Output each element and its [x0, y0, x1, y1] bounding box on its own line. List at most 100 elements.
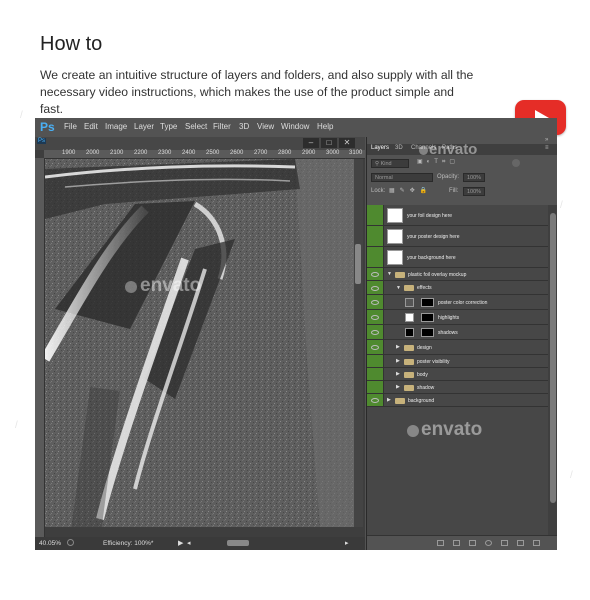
- canvas-image[interactable]: envato: [45, 159, 354, 527]
- visibility-toggle[interactable]: [367, 381, 384, 393]
- eye-icon: [371, 398, 379, 403]
- visibility-toggle[interactable]: [367, 247, 384, 267]
- layer-row[interactable]: shadows: [367, 325, 548, 340]
- fill-input[interactable]: 100%: [463, 187, 485, 196]
- scroll-right-icon[interactable]: ▸: [345, 539, 349, 547]
- ruler-number: 2100: [110, 150, 124, 156]
- layer-row[interactable]: your background here: [367, 247, 548, 268]
- layers-scroll-thumb[interactable]: [550, 213, 556, 503]
- eye-icon: [371, 330, 379, 335]
- menu-image[interactable]: Image: [105, 122, 127, 131]
- filter-type-icons[interactable]: ▣◐T⌗▢: [417, 158, 459, 166]
- visibility-toggle[interactable]: [367, 281, 384, 294]
- scroll-left-icon[interactable]: ◂: [187, 539, 191, 547]
- blend-mode-select[interactable]: Normal: [371, 173, 433, 182]
- menu-help[interactable]: Help: [317, 122, 333, 131]
- scrollbar-thumb[interactable]: [355, 244, 361, 284]
- menu-3d[interactable]: 3D: [239, 122, 249, 131]
- kind-filter-select[interactable]: ⚲ Kind: [371, 159, 409, 168]
- document-window: Ps – □ ✕ 1900 2000 2100 2200 2300 2400 2…: [35, 137, 365, 550]
- trash-icon[interactable]: [533, 540, 540, 546]
- expand-arrow-icon[interactable]: ▶: [396, 384, 400, 390]
- opacity-input[interactable]: 100%: [463, 173, 485, 182]
- zoom-level[interactable]: 40.05%: [39, 540, 61, 547]
- layer-row[interactable]: your poster design here: [367, 226, 548, 247]
- new-group-icon[interactable]: [501, 540, 508, 546]
- layer-name: effects: [417, 285, 432, 291]
- new-layer-icon[interactable]: [517, 540, 524, 546]
- link-layers-icon[interactable]: [437, 540, 444, 546]
- bg-mark: /: [560, 200, 563, 211]
- visibility-toggle[interactable]: [367, 340, 384, 354]
- layer-row[interactable]: ▶ poster visibility: [367, 355, 548, 368]
- menu-type[interactable]: Type: [160, 122, 177, 131]
- expand-arrow-icon[interactable]: ▶: [396, 371, 400, 377]
- horizontal-scroll-thumb[interactable]: [227, 540, 249, 546]
- ruler-number: 2600: [230, 150, 244, 156]
- expand-arrow-icon[interactable]: ▶: [396, 344, 400, 350]
- blend-row: Normal Opacity: 100%: [367, 171, 557, 184]
- layer-row[interactable]: highlights: [367, 310, 548, 325]
- visibility-toggle[interactable]: [367, 355, 384, 367]
- panel-menu-icon[interactable]: ≡: [545, 145, 549, 151]
- filter-toggle-icon[interactable]: [512, 159, 520, 167]
- expand-arrow-icon[interactable]: ▼: [396, 285, 401, 291]
- minimize-icon[interactable]: –: [303, 138, 319, 148]
- visibility-toggle[interactable]: [367, 295, 384, 309]
- document-info-icon[interactable]: [67, 539, 74, 546]
- menu-window[interactable]: Window: [281, 122, 309, 131]
- menu-view[interactable]: View: [257, 122, 274, 131]
- envato-logo-icon: [125, 281, 137, 293]
- opacity-label: Opacity:: [437, 174, 460, 180]
- close-icon[interactable]: ✕: [339, 138, 355, 148]
- menu-bar: Ps File Edit Image Layer Type Select Fil…: [35, 118, 557, 137]
- menu-select[interactable]: Select: [185, 122, 207, 131]
- layer-row[interactable]: your foil design here: [367, 205, 548, 226]
- expand-arrow-icon[interactable]: ▶: [396, 358, 400, 364]
- tab-layers[interactable]: Layers: [371, 145, 389, 151]
- folder-icon: [404, 344, 414, 351]
- adjustment-layer-icon[interactable]: [485, 540, 492, 546]
- ruler-top: 1900 2000 2100 2200 2300 2400 2500 2600 …: [44, 150, 365, 159]
- menu-filter[interactable]: Filter: [213, 122, 231, 131]
- layer-row[interactable]: ▶ design: [367, 340, 548, 355]
- visibility-toggle[interactable]: [367, 205, 384, 225]
- visibility-toggle[interactable]: [367, 226, 384, 246]
- layer-row[interactable]: ▼ effects: [367, 281, 548, 295]
- bg-mark: /: [15, 420, 18, 431]
- layer-row[interactable]: ▶ background: [367, 394, 548, 407]
- collapse-icon[interactable]: »: [545, 137, 548, 143]
- description-text: We create an intuitive structure of laye…: [40, 68, 474, 116]
- layer-row[interactable]: poster color correction: [367, 295, 548, 310]
- layer-row[interactable]: ▶ body: [367, 368, 548, 381]
- smart-object-thumbnail: [387, 208, 403, 223]
- maximize-icon[interactable]: □: [321, 138, 337, 148]
- layer-thumbnail: [405, 313, 414, 322]
- visibility-toggle[interactable]: [367, 394, 384, 406]
- visibility-toggle[interactable]: [367, 268, 384, 280]
- ruler-number: 2200: [134, 150, 148, 156]
- document-tab: Ps – □ ✕: [35, 137, 365, 150]
- menu-layer[interactable]: Layer: [134, 122, 154, 131]
- add-mask-icon[interactable]: [469, 540, 476, 546]
- vertical-scrollbar[interactable]: [354, 159, 363, 527]
- expand-arrow-icon[interactable]: ▼: [387, 271, 392, 277]
- ruler-number: 2400: [182, 150, 196, 156]
- eye-icon: [371, 272, 379, 277]
- visibility-toggle[interactable]: [367, 368, 384, 380]
- expand-arrow-icon[interactable]: ▶: [387, 397, 391, 403]
- fx-icon[interactable]: [453, 540, 460, 546]
- layer-name: your poster design here: [407, 233, 460, 240]
- visibility-toggle[interactable]: [367, 310, 384, 324]
- menu-file[interactable]: File: [64, 122, 77, 131]
- layers-scrollbar[interactable]: [548, 205, 557, 535]
- menu-edit[interactable]: Edit: [84, 122, 98, 131]
- layer-row[interactable]: ▼ plastic foil overlay mockup: [367, 268, 548, 281]
- folder-icon: [404, 384, 414, 391]
- lock-icons[interactable]: ▦✎✥🔒: [389, 187, 432, 194]
- status-arrow-icon[interactable]: ▶: [178, 539, 183, 547]
- layer-name: highlights: [438, 314, 460, 321]
- visibility-toggle[interactable]: [367, 325, 384, 339]
- tab-3d[interactable]: 3D: [395, 145, 403, 151]
- layer-row[interactable]: ▶ shadow: [367, 381, 548, 394]
